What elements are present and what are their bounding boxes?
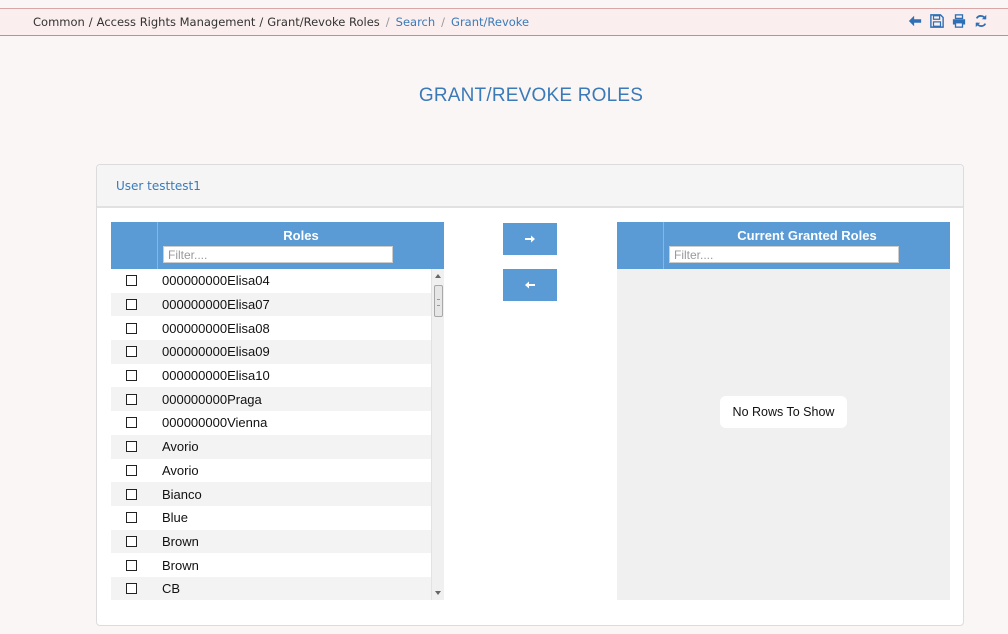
breadcrumb: Common / Access Rights Management / Gran… [33,15,529,29]
toolbar [908,13,988,29]
row-checkbox[interactable] [126,299,137,311]
breadcrumb-separator: / [88,15,93,29]
breadcrumb-link-search[interactable]: Search [396,15,436,29]
breadcrumb-separator: / [259,15,264,29]
role-name: Brown [162,533,199,549]
row-checkbox[interactable] [126,559,137,571]
table-row[interactable]: 000000000Elisa07 [111,292,444,317]
back-arrow-icon[interactable] [908,13,922,29]
table-row[interactable]: 000000000Elisa04 [111,269,444,293]
breadcrumb-link-current[interactable]: Grant/Revoke [451,15,529,29]
arrow-right-icon [525,235,535,243]
roles-grid-header: Roles [111,222,444,269]
row-checkbox[interactable] [126,346,137,358]
arrow-left-icon [525,281,535,289]
save-icon[interactable] [930,13,944,29]
role-name: 000000000Praga [162,391,262,407]
row-checkbox[interactable] [126,464,137,476]
row-checkbox[interactable] [126,583,137,595]
role-name: Brown [162,557,199,573]
panel-header: User testtest1 [97,165,963,208]
table-row[interactable]: 000000000Praga [111,387,444,412]
table-row[interactable]: 000000000Vienna [111,411,444,435]
row-checkbox[interactable] [126,275,137,287]
breadcrumb-bar: Common / Access Rights Management / Gran… [0,8,1008,36]
table-row[interactable]: Brown [111,529,444,554]
table-row[interactable]: Avorio [111,434,444,459]
granted-roles-grid: Current Granted Roles No Rows To Show [617,222,950,600]
role-name: 000000000Elisa04 [162,273,270,289]
table-row[interactable]: 000000000Elisa09 [111,340,444,364]
roles-scrollbar[interactable] [431,269,444,600]
table-row[interactable]: Avorio [111,458,444,483]
row-checkbox[interactable] [126,441,137,453]
breadcrumb-page: Grant/Revoke Roles [267,15,380,29]
breadcrumb-section: Access Rights Management [96,15,256,29]
scrollbar-thumb[interactable] [434,285,443,317]
role-name: Bianco [162,486,202,502]
breadcrumb-separator: / [385,15,390,29]
role-name: Blue [162,510,189,526]
roles-column-title: Roles [283,228,319,243]
role-name: 000000000Elisa10 [162,368,270,384]
granted-filter-input[interactable] [669,246,899,263]
table-row[interactable]: 000000000Elisa08 [111,316,444,341]
refresh-icon[interactable] [974,13,988,29]
role-name: Avorio [162,462,199,478]
no-rows-message: No Rows To Show [720,396,847,428]
row-checkbox[interactable] [126,488,137,500]
roles-grid: Roles 000000000Elisa04 000000000Elisa07 … [111,222,444,600]
roles-filter-input[interactable] [163,246,393,263]
row-checkbox[interactable] [126,417,137,429]
grant-role-button[interactable] [503,223,557,255]
table-row[interactable]: CB [111,576,444,600]
row-checkbox[interactable] [126,393,137,405]
select-all-column [617,222,664,269]
granted-grid-header: Current Granted Roles [617,222,950,269]
table-row[interactable]: Blue [111,505,444,530]
row-checkbox[interactable] [126,535,137,547]
row-checkbox[interactable] [126,370,137,382]
role-name: 000000000Vienna [162,415,268,431]
panel-header-user: User testtest1 [116,178,201,193]
select-all-column [111,222,158,269]
table-row[interactable]: 000000000Elisa10 [111,363,444,388]
page-title: GRANT/REVOKE ROLES [418,85,644,106]
table-row[interactable]: Brown [111,553,444,577]
role-name: CB [162,581,181,597]
roles-rows: 000000000Elisa04 000000000Elisa07 000000… [111,269,444,600]
table-row[interactable]: Bianco [111,482,444,506]
top-strip [0,0,1008,8]
row-checkbox[interactable] [126,322,137,334]
role-name: 000000000Elisa07 [162,297,270,313]
breadcrumb-separator: / [441,15,446,29]
role-name: Avorio [162,439,199,455]
role-name: 000000000Elisa08 [162,320,270,336]
revoke-role-button[interactable] [503,269,557,301]
print-icon[interactable] [952,13,966,29]
granted-column-title: Current Granted Roles [737,228,877,243]
row-checkbox[interactable] [126,512,137,524]
scroll-up-icon[interactable] [435,274,441,278]
role-name: 000000000Elisa09 [162,344,270,360]
scroll-down-icon[interactable] [435,591,441,595]
breadcrumb-root: Common [33,15,85,29]
